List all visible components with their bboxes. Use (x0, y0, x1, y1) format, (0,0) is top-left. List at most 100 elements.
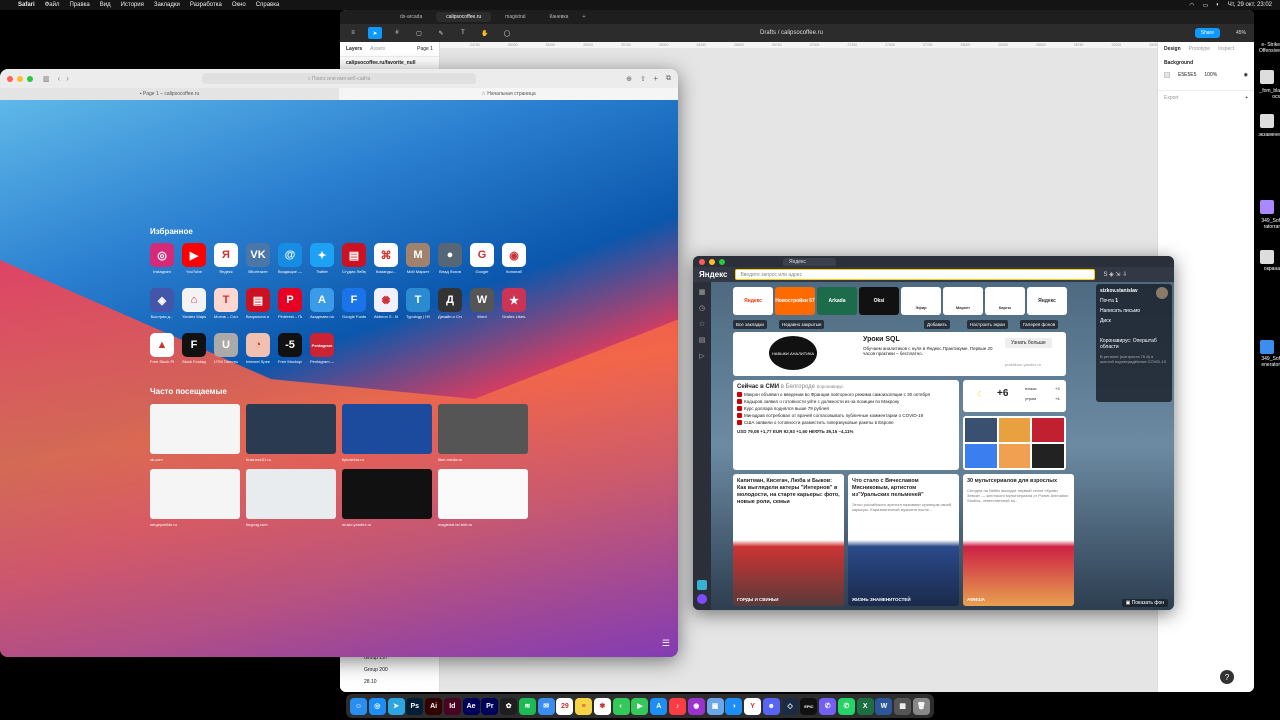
favorite-studio[interactable]: ▤ Студия Лебедева (342, 243, 366, 274)
color-swatch[interactable] (1164, 72, 1170, 78)
pen-tool-icon[interactable]: ✎ (434, 27, 448, 39)
chat-icon[interactable]: ◑ (725, 697, 743, 715)
share-icon[interactable]: ⇧ (640, 75, 646, 83)
spotify-icon[interactable]: ≋ (518, 697, 536, 715)
alice-icon[interactable] (697, 594, 707, 604)
forward-icon[interactable]: › (66, 74, 69, 83)
figma-tab[interactable]: ds-arcada (390, 12, 432, 22)
whatsapp-icon[interactable]: ✆ (837, 697, 855, 715)
favorite-instagram[interactable]: ◎ Instagram (150, 243, 174, 274)
yb-tile[interactable]: Эфир (901, 287, 941, 315)
all-bookmarks-button[interactable]: Все закладки (733, 320, 767, 329)
move-tool-icon[interactable]: ➤ (368, 27, 382, 39)
favorite-kinopub[interactable]: ◉ Кинопаб (502, 243, 526, 274)
settings-icon[interactable]: ☰ (662, 638, 670, 649)
bg-hex[interactable]: E5E5E5 (1178, 72, 1196, 78)
tab-inspect[interactable]: Inspect (1218, 46, 1234, 52)
favorite-fonts[interactable]: F Google Fonts (342, 288, 366, 319)
news-item[interactable]: Макрон объявил о введении во Франции пов… (737, 392, 955, 397)
favorite-mockups[interactable]: -5 Free Mockups... (278, 333, 302, 364)
breadcrumb-drafts[interactable]: Drafts (760, 30, 776, 36)
menu-develop[interactable]: Разработка (190, 2, 222, 8)
mail-link[interactable]: Почта (1100, 298, 1114, 304)
file-icon[interactable] (1260, 70, 1274, 84)
comment-tool-icon[interactable]: ◯ (500, 27, 514, 39)
grid-icon[interactable]: ▦ (693, 288, 711, 296)
illustrator-icon[interactable]: Ai (425, 697, 443, 715)
frequent-site[interactable]: ilton-media.ru (438, 404, 528, 462)
favorite-command[interactable]: ⌘ Команды... (374, 243, 398, 274)
news-tag[interactable]: Коронавирус (817, 384, 844, 389)
yb-search-input[interactable]: Введите запрос или адрес (735, 269, 1096, 280)
frequent-site[interactable]: music.yandex.ru (342, 469, 432, 527)
add-button[interactable]: Добавить (924, 320, 950, 329)
viber-icon[interactable]: ✆ (819, 697, 837, 715)
appstore-icon[interactable]: A (650, 697, 668, 715)
favorite-design[interactable]: Д Дизайн и Стилист... (438, 288, 462, 319)
favorite-word[interactable]: W Word (470, 288, 494, 319)
app-icon[interactable] (1260, 340, 1274, 354)
gallery-button[interactable]: Галерея фонов (1020, 320, 1059, 329)
favorite-vk[interactable]: VK ВКонтакте (246, 243, 270, 274)
news-item[interactable]: Минздрав потребовал от врачей согласовыв… (737, 413, 955, 418)
sidebar-icon[interactable]: ▥ (43, 75, 50, 83)
favorite-pentagram[interactable]: Pentagram Pentagram — The wo... (310, 333, 334, 364)
covid-title[interactable]: Коронавирус: Оперштаб области (1100, 338, 1168, 350)
write-mail-link[interactable]: Написать письмо (1100, 308, 1168, 314)
excel-icon[interactable]: X (856, 697, 874, 715)
avatar[interactable] (1156, 287, 1168, 299)
yandex-logo[interactable]: Яндекс (699, 270, 727, 279)
finder-icon[interactable]: ☺ (350, 697, 367, 715)
service-tile[interactable] (998, 444, 1031, 468)
menu-app-name[interactable]: Safari (18, 2, 35, 8)
desktop-file[interactable]: ocs (1254, 94, 1280, 100)
yandex-browser-icon[interactable]: Y (744, 697, 762, 715)
messages-icon[interactable]: ◐ (612, 697, 630, 715)
figma-icon[interactable]: ✿ (500, 697, 518, 715)
vpn-icon[interactable]: ◇ (781, 697, 799, 715)
favorite-twitter[interactable]: ✦ Twitter (310, 243, 334, 274)
discord-icon[interactable]: ☻ (762, 697, 780, 715)
frequent-site[interactable]: business31.ru (246, 404, 336, 462)
favorite-visual[interactable]: ▤ Визуальна я коммун... (246, 288, 270, 319)
favorite-photos[interactable]: ▲ Free Stock Photos &... (150, 333, 174, 364)
notes-icon[interactable]: ≡ (575, 697, 593, 715)
service-tile[interactable] (998, 418, 1031, 442)
figma-tab[interactable]: magistral (495, 12, 535, 22)
desktop-file[interactable]: Offensive (1254, 48, 1280, 54)
download-icon[interactable]: ⊕ (626, 75, 632, 83)
menu-help[interactable]: Справка (256, 2, 280, 8)
hand-tool-icon[interactable]: ✋ (478, 27, 492, 39)
favorite-footage[interactable]: F Stock Footage... (182, 333, 206, 364)
wifi-icon[interactable]: ◠ (1189, 2, 1194, 9)
menu-bookmarks[interactable]: Закладки (154, 2, 180, 8)
figma-doc-title[interactable]: Drafts / calipsocoffee.ru (760, 30, 823, 36)
shape-tool-icon[interactable]: ▢ (412, 27, 426, 39)
menu-window[interactable]: Окно (232, 2, 246, 8)
frequent-site[interactable]: flyhotelna.ru (342, 404, 432, 462)
desktop-file[interactable]: ratorrar (1254, 224, 1280, 230)
control-center-icon[interactable]: ◐ (1216, 2, 1220, 8)
service-tile[interactable] (1032, 444, 1064, 468)
show-background-button[interactable]: ▣ Показать фон (1121, 599, 1168, 607)
menu-edit[interactable]: Правка (69, 2, 89, 8)
tab-start-page[interactable]: ☆ Начальная страница (339, 88, 678, 100)
favorite-utm[interactable]: U UTM Пилоты... (214, 333, 238, 364)
menu-clock[interactable]: Чт, 29 окт. 23:02 (1228, 2, 1272, 8)
photos-app-icon[interactable]: ✾ (593, 697, 611, 715)
address-bar[interactable]: ⌕ Поиск или имя веб-сайта (202, 73, 476, 84)
ad-cta-button[interactable]: Узнать больше (1005, 338, 1052, 348)
favorite-typology[interactable]: T Typology | HSL (406, 288, 430, 319)
premiere-icon[interactable]: Pr (481, 697, 499, 715)
zoom-level[interactable]: 45% (1236, 30, 1246, 36)
epic-icon[interactable]: EPIC (800, 697, 818, 715)
favorite-youtube[interactable]: ▶ YouTube (182, 243, 206, 274)
favorite-avatar[interactable]: ● Влад Ляхов (438, 243, 462, 274)
frame-tool-icon[interactable]: # (390, 27, 404, 39)
favorite-maps[interactable]: ⌂ Yandex Maps (182, 288, 206, 319)
favorite-academy[interactable]: A Академия нов обр... (310, 288, 334, 319)
zoom-icon[interactable] (27, 75, 33, 82)
tab-assets[interactable]: Assets (370, 46, 385, 52)
indesign-icon[interactable]: Id (443, 697, 461, 715)
back-icon[interactable]: ‹ (58, 74, 61, 83)
